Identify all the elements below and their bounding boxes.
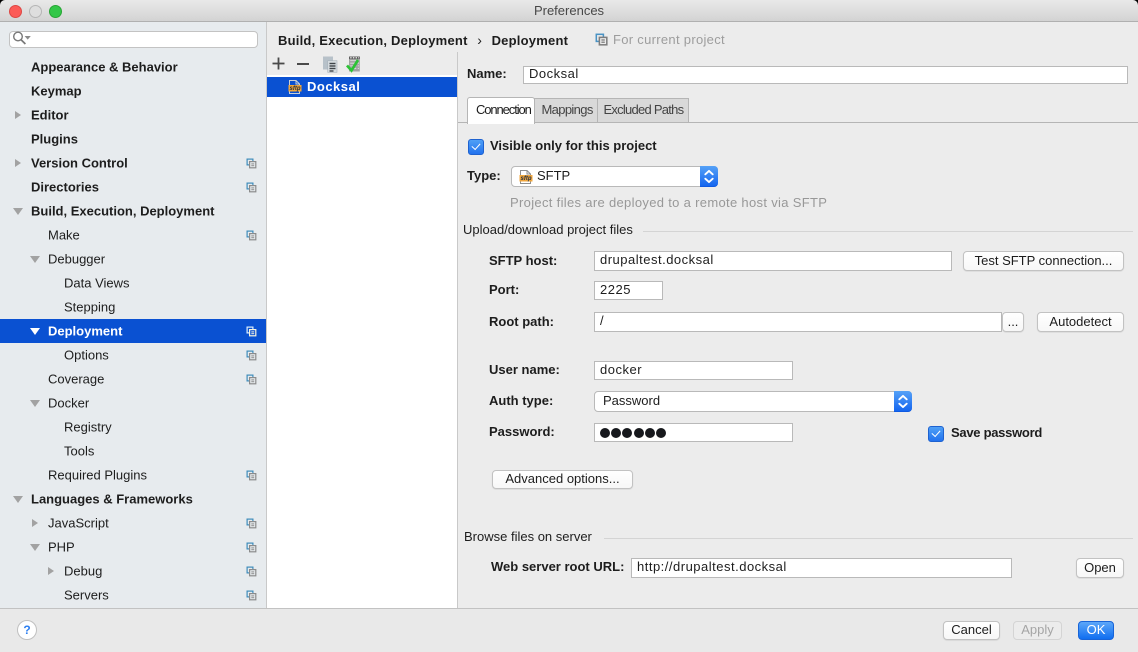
svg-text:sftp: sftp [290, 86, 301, 92]
svg-text:sftp: sftp [521, 176, 532, 182]
